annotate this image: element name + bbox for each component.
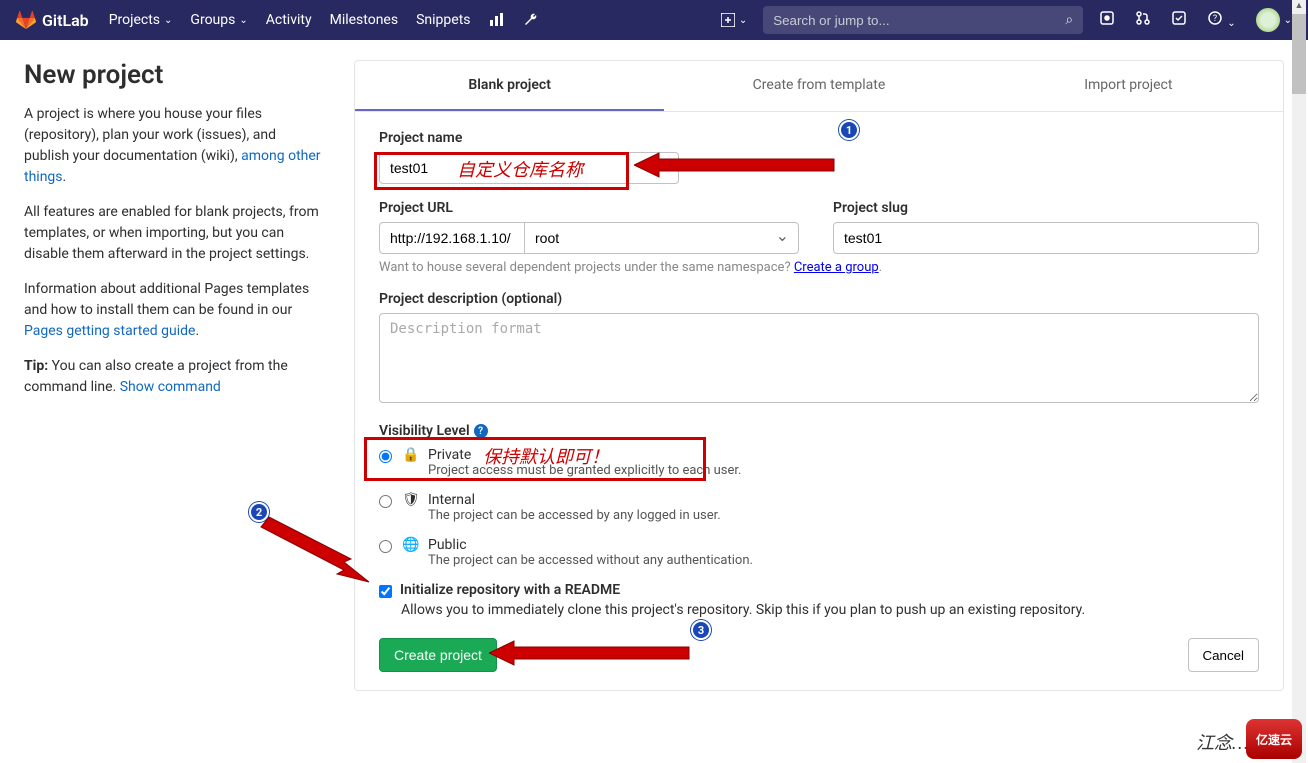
shield-icon: 🛡 xyxy=(402,492,418,508)
brand-text: GitLab xyxy=(42,11,89,30)
project-url-label: Project URL xyxy=(379,200,799,216)
project-desc-input[interactable] xyxy=(379,313,1259,403)
annotation-badge-1: 1 xyxy=(839,120,859,140)
link-pages-guide[interactable]: Pages getting started guide xyxy=(24,323,195,339)
visibility-internal-radio[interactable] xyxy=(379,495,392,508)
tanuki-icon xyxy=(16,10,36,30)
chevron-down-icon: ⌄ xyxy=(1227,18,1235,29)
visibility-public-label: Public xyxy=(428,537,753,553)
tabs: Blank project Create from template Impor… xyxy=(355,61,1283,112)
visibility-label: Visibility Level ? xyxy=(379,423,1259,439)
readme-desc: Allows you to immediately clone this pro… xyxy=(401,602,1259,618)
tab-create-template[interactable]: Create from template xyxy=(664,61,973,111)
project-name-label: Project name xyxy=(379,130,1259,146)
annotation-badge-3: 3 xyxy=(691,620,711,640)
svg-text:?: ? xyxy=(1213,14,1217,24)
side-p2: All features are enabled for blank proje… xyxy=(24,202,324,265)
merge-requests-icon[interactable] xyxy=(1135,10,1151,30)
nav-activity[interactable]: Activity xyxy=(266,12,312,28)
visibility-private-label: Private xyxy=(428,447,741,463)
nav-charts-icon[interactable] xyxy=(489,12,505,28)
tab-import-project[interactable]: Import project xyxy=(974,61,1283,111)
create-project-button[interactable]: Create project xyxy=(379,638,497,672)
todos-icon[interactable] xyxy=(1171,10,1187,30)
search-box[interactable]: ⌕ xyxy=(763,6,1083,34)
link-show-command[interactable]: Show command xyxy=(120,379,221,395)
globe-icon: 🌐 xyxy=(402,537,418,553)
chevron-down-icon: ⌄ xyxy=(739,15,747,26)
visibility-private-row: 🔒 Private Project access must be granted… xyxy=(379,447,1259,478)
help-icon[interactable]: ? xyxy=(474,424,488,438)
project-slug-label: Project slug xyxy=(833,200,1259,216)
new-project-form: Project name 自定义仓库名称 1 Project URL root … xyxy=(355,112,1283,690)
watermark-text: 江念… xyxy=(1196,729,1248,755)
readme-row: Initialize repository with a README xyxy=(379,582,1259,598)
cancel-button[interactable]: Cancel xyxy=(1188,638,1260,672)
visibility-internal-label: Internal xyxy=(428,492,721,508)
nav-wrench-icon[interactable] xyxy=(523,12,539,28)
project-desc-label: Project description (optional) xyxy=(379,291,1259,307)
visibility-internal-desc: The project can be accessed by any logge… xyxy=(428,508,721,523)
visibility-public-desc: The project can be accessed without any … xyxy=(428,553,753,568)
avatar-icon xyxy=(1256,8,1280,32)
namespace-hint: Want to house several dependent projects… xyxy=(379,260,1259,275)
nav-milestones[interactable]: Milestones xyxy=(330,12,399,28)
page-title: New project xyxy=(24,60,324,90)
visibility-internal-row: 🛡 Internal The project can be accessed b… xyxy=(379,492,1259,523)
lock-icon: 🔒 xyxy=(402,447,418,463)
project-namespace-select[interactable]: root xyxy=(524,222,799,254)
side-p1: A project is where you house your files … xyxy=(24,104,324,188)
content-panel: Blank project Create from template Impor… xyxy=(354,60,1284,691)
user-avatar[interactable]: ⌄ xyxy=(1256,8,1292,32)
tab-blank-project[interactable]: Blank project xyxy=(355,61,664,111)
nav-plus[interactable]: ⌄ xyxy=(721,13,747,27)
readme-checkbox[interactable] xyxy=(379,585,392,598)
scrollbar-thumb[interactable] xyxy=(1292,14,1306,94)
project-name-input[interactable] xyxy=(379,152,679,184)
project-slug-input[interactable] xyxy=(833,222,1259,254)
annotation-arrow-3 xyxy=(489,638,699,668)
project-url-base xyxy=(379,222,524,254)
chevron-down-icon: ⌄ xyxy=(239,15,247,26)
watermark-logo: 亿速云 xyxy=(1246,719,1302,759)
nav-snippets[interactable]: Snippets xyxy=(416,12,470,28)
visibility-public-radio[interactable] xyxy=(379,540,392,553)
visibility-public-row: 🌐 Public The project can be accessed wit… xyxy=(379,537,1259,568)
search-input[interactable] xyxy=(773,13,1065,28)
visibility-private-desc: Project access must be granted explicitl… xyxy=(428,463,741,478)
visibility-private-radio[interactable] xyxy=(379,450,392,463)
scrollbar-up-button[interactable]: ▲ xyxy=(1292,0,1306,14)
chevron-down-icon: ⌄ xyxy=(164,15,172,26)
gitlab-logo[interactable]: GitLab xyxy=(16,10,89,30)
chevron-down-icon: ⌄ xyxy=(1284,15,1292,26)
topbar-right: ? ⌄ ⌄ xyxy=(1099,8,1292,32)
nav-projects[interactable]: Projects ⌄ xyxy=(109,12,173,28)
nav-groups[interactable]: Groups ⌄ xyxy=(190,12,247,28)
side-p3: Information about additional Pages templ… xyxy=(24,279,324,342)
search-icon: ⌕ xyxy=(1065,12,1073,28)
readme-label: Initialize repository with a README xyxy=(400,582,620,598)
vertical-scrollbar[interactable]: ▲ ▼ xyxy=(1292,0,1306,763)
main-nav: Projects ⌄ Groups ⌄ Activity Milestones … xyxy=(109,12,539,28)
issues-icon[interactable] xyxy=(1099,10,1115,30)
annotation-badge-2: 2 xyxy=(249,502,269,522)
sidebar-info: New project A project is where you house… xyxy=(24,60,324,691)
link-create-group[interactable]: Create a group xyxy=(794,260,879,275)
side-p4: Tip: You can also create a project from … xyxy=(24,356,324,398)
topbar: GitLab Projects ⌄ Groups ⌄ Activity Mile… xyxy=(0,0,1308,40)
help-icon[interactable]: ? ⌄ xyxy=(1207,10,1235,30)
